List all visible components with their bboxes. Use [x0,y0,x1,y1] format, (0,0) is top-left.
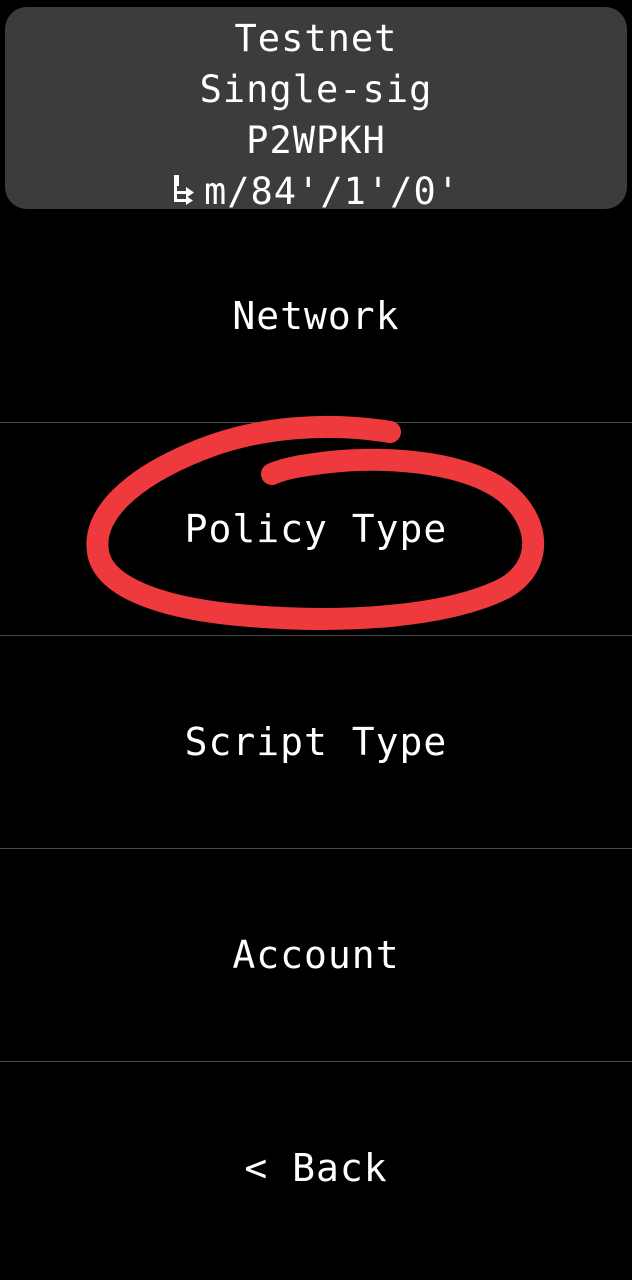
derivation-path-icon [173,175,194,205]
wallet-info-header: Testnet Single-sig P2WPKH m/84'/1'/0' [5,7,627,213]
menu-item-label: < Back [244,1146,388,1190]
settings-menu: Network Policy Type Script Type Account … [0,210,632,1274]
menu-item-script-type[interactable]: Script Type [0,636,632,849]
menu-item-back[interactable]: < Back [0,1062,632,1274]
menu-item-policy-type[interactable]: Policy Type [0,423,632,636]
menu-item-label: Policy Type [184,507,448,551]
menu-item-label: Script Type [184,720,448,764]
menu-item-account[interactable]: Account [0,849,632,1062]
script-label: P2WPKH [246,119,386,162]
policy-label: Single-sig [199,68,433,111]
menu-item-label: Network [232,294,400,338]
network-label: Testnet [234,17,398,60]
menu-item-network[interactable]: Network [0,210,632,423]
menu-item-label: Account [232,933,400,977]
derivation-path-label: m/84'/1'/0' [203,170,461,213]
